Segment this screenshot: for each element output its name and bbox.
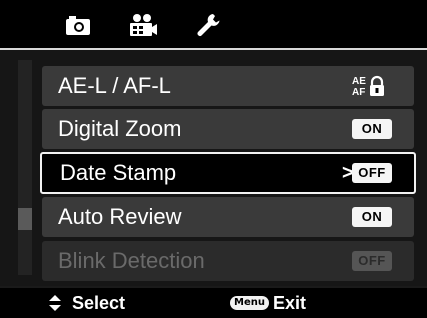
select-label: Select [72,292,126,313]
menu-item-auto-review[interactable]: Auto Review ON [42,197,414,237]
svg-text:AF: AF [352,87,365,98]
menu-item-label: Blink Detection [58,248,205,273]
menu-key-icon: Menu [230,296,269,310]
status-badge: ON [352,207,392,227]
menu-item-digital-zoom[interactable]: Digital Zoom ON [42,109,414,149]
menu-item-date-stamp[interactable]: Date Stamp > OFF [40,152,416,194]
footer-bar: Select Menu Exit [0,288,427,318]
wrench-icon [197,14,220,37]
scrollbar-track[interactable] [18,60,32,275]
tab-bar [0,0,427,48]
menu-item-label: Digital Zoom [58,116,182,141]
status-badge: OFF [352,251,392,271]
menu-item-blink-detection: Blink Detection OFF [42,241,414,281]
select-hint: Select [48,288,125,318]
exit-hint: Menu Exit [230,288,306,318]
tab-camera[interactable] [56,10,100,40]
status-badge: OFF [352,163,392,183]
menu-item-label: AE-L / AF-L [58,73,171,98]
svg-text:AE: AE [352,76,366,87]
movie-camera-icon [130,14,157,36]
tab-setup[interactable] [186,10,230,40]
scrollbar-thumb[interactable] [18,208,32,230]
menu-item-ae-af-lock[interactable]: AE-L / AF-L AE AF [42,66,414,106]
camera-menu-screen: AE-L / AF-L AE AF Digital Zoom ON Date S… [0,0,427,318]
tab-movie[interactable] [120,10,164,40]
menu-item-label: Auto Review [58,204,182,229]
camera-icon [66,16,90,35]
ae-af-lock-icon: AE AF [352,75,384,98]
exit-label: Exit [272,292,306,313]
up-down-arrows-icon [49,295,61,311]
status-badge: ON [352,119,392,139]
menu-item-label: Date Stamp [60,160,177,185]
